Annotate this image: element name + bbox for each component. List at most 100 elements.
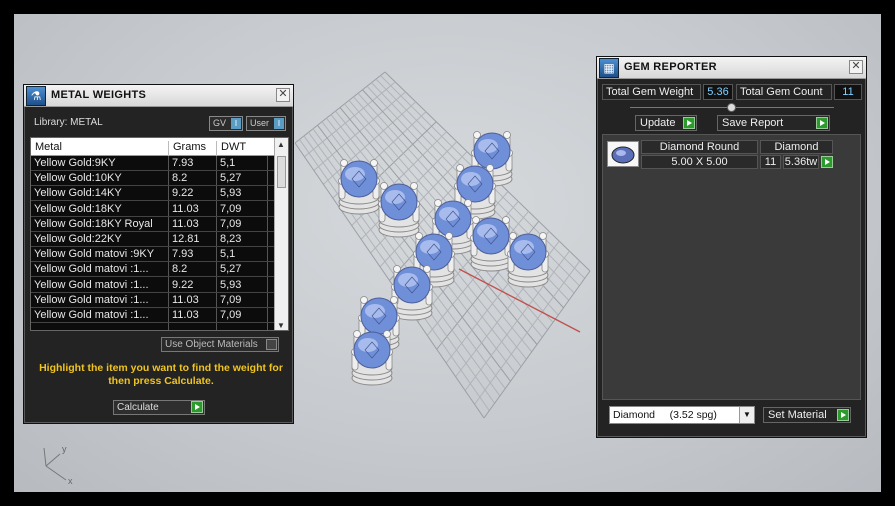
close-icon[interactable]: ✕ xyxy=(849,60,863,74)
table-row[interactable]: Yellow Gold matovi :1... 11.03 7,09 xyxy=(31,293,274,308)
gem-count: 11 xyxy=(760,155,781,169)
gem-material: Diamond xyxy=(760,140,833,154)
gem-setting xyxy=(378,182,420,238)
calculate-button[interactable]: Calculate xyxy=(113,400,205,415)
total-gem-count-value: 11 xyxy=(834,84,862,100)
dwt-cell: 7,09 xyxy=(220,309,242,321)
library-label: Library: METAL xyxy=(34,117,103,128)
play-arrow-icon xyxy=(816,117,828,129)
dwt-cell: 5,1 xyxy=(220,157,236,169)
round-gem-icon xyxy=(611,146,635,164)
set-material-label: Set Material xyxy=(768,409,827,421)
gem-setting xyxy=(470,216,512,272)
metal-cell: Yellow Gold:10KY xyxy=(34,172,122,185)
table-row[interactable]: Yellow Gold matovi :1... 11.03 7,09 xyxy=(31,308,274,323)
metal-cell: Yellow Gold:22KY xyxy=(34,233,122,245)
gem-size: 5.00 X 5.00 xyxy=(641,155,758,169)
calculate-hint: Highlight the item you want to find the … xyxy=(39,362,283,387)
gem-setting xyxy=(338,159,380,215)
table-row[interactable]: Yellow Gold matovi :9KY 7.93 5,1 xyxy=(31,247,274,263)
metal-weights-titlebar[interactable]: ⚗ METAL WEIGHTS ✕ xyxy=(24,85,293,107)
report-icon: ▦ xyxy=(599,58,619,78)
metal-weights-title: METAL WEIGHTS xyxy=(51,89,147,101)
material-dropdown[interactable]: Diamond (3.52 spg) ▼ xyxy=(609,406,755,424)
gem-reporter-panel: ▦ GEM REPORTER ✕ Total Gem Weight 5.36 T… xyxy=(596,56,867,438)
user-toggle[interactable]: User I xyxy=(246,116,286,131)
gv-toggle-indicator: I xyxy=(231,118,241,129)
metal-table: Metal Grams DWT Yellow Gold:9KY 7.93 5,1 Ye… xyxy=(30,137,289,331)
scroll-down-icon[interactable]: ▼ xyxy=(277,321,285,330)
gem-setting xyxy=(391,265,433,321)
column-header-metal[interactable]: Metal xyxy=(31,141,62,157)
checkbox-icon xyxy=(266,339,277,350)
table-row[interactable]: Yellow Gold:10KY 8.2 5,27 xyxy=(31,171,274,187)
grams-cell: 7.93 xyxy=(172,157,194,169)
gv-toggle-label: GV xyxy=(213,118,227,128)
column-header-dwt[interactable]: DWT xyxy=(216,141,246,157)
play-arrow-icon xyxy=(683,117,695,129)
gem-select-arrow-icon[interactable] xyxy=(821,156,833,168)
grams-cell: 8.2 xyxy=(172,172,188,185)
calculate-label: Calculate xyxy=(117,402,159,413)
table-row[interactable]: Yellow Gold:14KY 9.22 5,93 xyxy=(31,186,274,202)
dwt-cell: 5,93 xyxy=(220,278,242,291)
metal-cell: Yellow Gold matovi :9KY xyxy=(34,248,155,261)
grams-cell: 8.2 xyxy=(172,263,188,276)
grams-cell: 11.03 xyxy=(172,202,199,215)
gem-shape: Diamond Round xyxy=(641,140,758,154)
scroll-up-icon[interactable]: ▲ xyxy=(277,140,285,149)
metal-cell: Yellow Gold matovi :1... xyxy=(34,293,149,306)
metal-cell: Yellow Gold:18KY xyxy=(34,202,122,215)
metal-cell: Yellow Gold matovi :1... xyxy=(34,309,149,321)
update-label: Update xyxy=(640,117,676,129)
save-report-label: Save Report xyxy=(722,117,784,129)
dwt-cell: 7,09 xyxy=(220,202,242,215)
gem-slider-handle[interactable] xyxy=(727,103,736,112)
dwt-cell: 7,09 xyxy=(220,293,242,306)
gem-thumbnail[interactable] xyxy=(607,141,639,167)
column-header-grams[interactable]: Grams xyxy=(168,141,206,157)
table-row[interactable]: Yellow Gold:9KY 7.93 5,1 xyxy=(31,156,274,171)
metal-cell: Yellow Gold:14KY xyxy=(34,187,122,200)
metal-cell: Yellow Gold matovi :1... xyxy=(34,278,149,291)
dwt-cell: 8,23 xyxy=(220,233,242,245)
grams-cell: 12.81 xyxy=(172,233,200,245)
grams-cell: 11.03 xyxy=(172,217,199,230)
dwt-cell: 7,09 xyxy=(220,217,242,230)
axis-y-label: y xyxy=(62,444,67,454)
user-toggle-indicator: I xyxy=(274,118,284,129)
metal-cell: Yellow Gold matovi :1... xyxy=(34,263,149,276)
gem-setting xyxy=(507,232,549,288)
play-arrow-icon xyxy=(837,409,849,421)
update-button[interactable]: Update xyxy=(635,115,697,131)
metal-table-scrollbar[interactable]: ▲ ▼ xyxy=(274,138,288,330)
axis-x-label: x xyxy=(68,476,73,486)
gv-toggle[interactable]: GV I xyxy=(209,116,243,131)
user-toggle-label: User xyxy=(250,118,270,128)
table-row[interactable]: Yellow Gold:22KY 12.81 8,23 xyxy=(31,232,274,247)
scroll-thumb[interactable] xyxy=(277,156,286,188)
close-icon[interactable]: ✕ xyxy=(276,88,290,102)
use-object-materials-button[interactable]: Use Object Materials xyxy=(161,337,279,352)
grams-cell: 9.22 xyxy=(172,278,194,291)
total-gem-weight-label: Total Gem Weight xyxy=(602,84,701,100)
table-row[interactable]: Yellow Gold matovi :1... 8.2 5,27 xyxy=(31,262,274,278)
use-object-materials-label: Use Object Materials xyxy=(165,339,258,350)
metal-cell: Yellow Gold:9KY xyxy=(34,157,116,169)
dwt-cell: 5,27 xyxy=(220,263,242,276)
total-gem-weight-value: 5.36 xyxy=(703,84,733,100)
table-row[interactable]: Yellow Gold matovi :1... 9.22 5,93 xyxy=(31,278,274,293)
dwt-cell: 5,1 xyxy=(220,248,236,261)
dwt-cell: 5,93 xyxy=(220,187,242,200)
grams-cell: 9.22 xyxy=(172,187,194,200)
save-report-button[interactable]: Save Report xyxy=(717,115,830,131)
table-row[interactable]: Yellow Gold:18KY Royal 11.03 7,09 xyxy=(31,217,274,232)
grams-cell: 11.03 xyxy=(172,309,199,321)
table-row[interactable]: Yellow Gold:18KY 11.03 7,09 xyxy=(31,202,274,217)
grams-cell: 11.03 xyxy=(172,293,199,306)
dwt-cell: 5,27 xyxy=(220,172,242,185)
gem-reporter-title: GEM REPORTER xyxy=(624,61,717,73)
axis-gizmo: y x xyxy=(43,444,73,486)
set-material-button[interactable]: Set Material xyxy=(763,407,851,423)
gem-reporter-titlebar[interactable]: ▦ GEM REPORTER ✕ xyxy=(597,57,866,79)
